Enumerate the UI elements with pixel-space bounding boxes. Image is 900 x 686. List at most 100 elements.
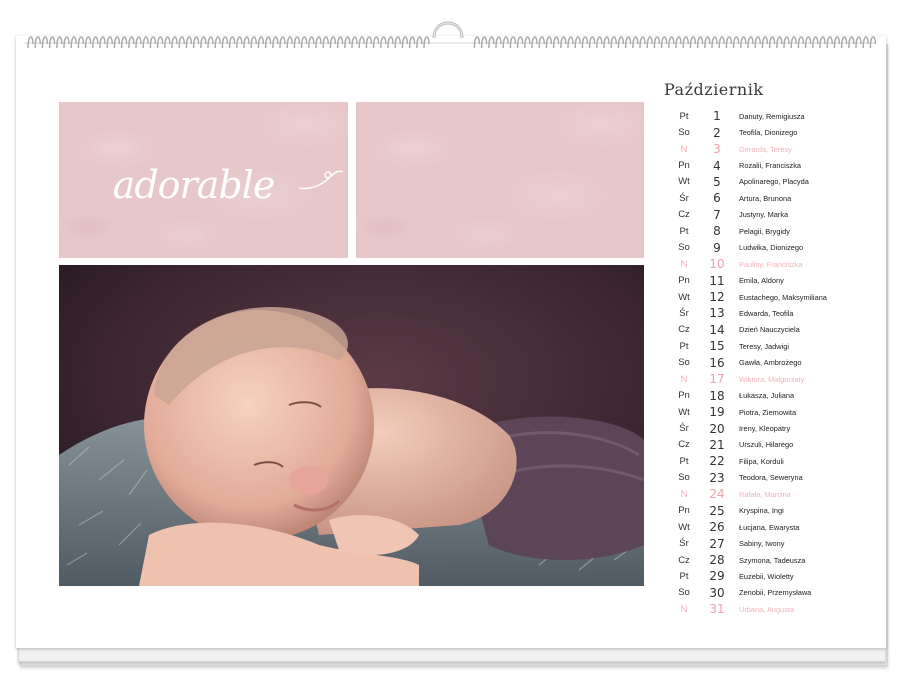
wire-loop bbox=[257, 36, 265, 49]
wire-loop bbox=[315, 36, 322, 49]
day-row: So 16 Gawła, Ambrożego bbox=[664, 355, 864, 371]
wire-loop bbox=[840, 36, 848, 49]
wire-loop bbox=[41, 36, 49, 49]
wire-loop bbox=[610, 36, 617, 49]
day-number: 17 bbox=[709, 372, 725, 387]
day-row: Śr 6 Artura, Brunona bbox=[664, 190, 864, 206]
wire-loop bbox=[632, 36, 639, 49]
wire-loop bbox=[725, 36, 733, 49]
wire-loop bbox=[768, 36, 776, 49]
name-day: Teresy, Jadwigi bbox=[739, 341, 789, 351]
day-number: 30 bbox=[709, 585, 725, 600]
day-row: Pt 15 Teresy, Jadwigi bbox=[664, 338, 864, 354]
day-row: Cz 28 Szymona, Tadeusza bbox=[664, 552, 864, 568]
name-day: Łukasza, Juliana bbox=[739, 391, 795, 401]
wire-loop bbox=[387, 36, 394, 49]
wire-loop bbox=[495, 36, 502, 49]
day-number: 25 bbox=[709, 503, 725, 518]
weekday-label: N bbox=[680, 488, 688, 500]
day-number: 31 bbox=[709, 602, 725, 617]
day-number: 23 bbox=[709, 470, 725, 485]
wire-loop bbox=[84, 36, 92, 49]
wire-loop bbox=[480, 36, 488, 49]
wire-loop bbox=[545, 36, 553, 49]
weekday-label: Wt bbox=[678, 291, 690, 303]
hanger-hook bbox=[432, 21, 464, 39]
day-row: Wt 5 Apolinarego, Placyda bbox=[664, 174, 864, 190]
day-row: So 30 Zenobii, Przemysława bbox=[664, 585, 864, 601]
day-row: Pt 22 Filipa, Korduli bbox=[664, 453, 864, 469]
wire-loop bbox=[372, 36, 380, 49]
weekday-label: Wt bbox=[678, 521, 690, 533]
wire-loop bbox=[308, 36, 315, 49]
wire-loop bbox=[171, 36, 178, 49]
name-day: Filipa, Korduli bbox=[739, 456, 784, 466]
day-row: Cz 21 Urszuli, Hilarego bbox=[664, 437, 864, 453]
day-number: 22 bbox=[709, 454, 725, 469]
wire-loop bbox=[812, 36, 819, 49]
wire-loop bbox=[596, 36, 603, 49]
wire-loop bbox=[704, 36, 711, 49]
wire-loop bbox=[380, 36, 387, 49]
day-row: Wt 19 Piotra, Ziemowita bbox=[664, 404, 864, 420]
wire-loop bbox=[574, 36, 581, 49]
wire-loop bbox=[192, 36, 200, 49]
wire-loop bbox=[48, 36, 56, 49]
wire-loop bbox=[113, 36, 121, 49]
day-row: Śr 20 Ireny, Kleopatry bbox=[664, 420, 864, 436]
name-day: Dzień Nauczyciela bbox=[739, 325, 800, 335]
wire-loop bbox=[754, 36, 761, 49]
wire-loop bbox=[819, 36, 826, 49]
day-row: N 24 Rafała, Marcina bbox=[664, 486, 864, 502]
wire-loop bbox=[120, 36, 128, 49]
wire-loop bbox=[560, 36, 567, 49]
wire-loop bbox=[531, 36, 538, 49]
wire-loop bbox=[272, 36, 279, 49]
wire-loop bbox=[524, 36, 531, 49]
plain-tile bbox=[356, 102, 644, 258]
day-row: So 9 Ludwika, Dionizego bbox=[664, 240, 864, 256]
wire-loop bbox=[336, 36, 344, 49]
day-number: 20 bbox=[709, 421, 725, 436]
day-row: Wt 26 Łucjana, Ewarysta bbox=[664, 519, 864, 535]
name-day: Euzebii, Wioletty bbox=[739, 571, 794, 581]
wire-loop bbox=[228, 36, 236, 49]
day-number: 6 bbox=[713, 191, 721, 206]
wire-loop bbox=[250, 36, 257, 49]
wire-loop bbox=[790, 36, 797, 49]
day-number: 29 bbox=[709, 569, 725, 584]
weekday-label: So bbox=[678, 587, 690, 599]
weekday-label: Pn bbox=[678, 505, 690, 517]
word-tile: adorable bbox=[59, 102, 348, 258]
name-day: Urszuli, Hilarego bbox=[739, 440, 794, 450]
wire-loop bbox=[855, 36, 862, 49]
wire-loop bbox=[646, 36, 653, 49]
day-row: Pt 8 Pelagii, Brygidy bbox=[664, 223, 864, 239]
wire-loop bbox=[142, 36, 149, 49]
name-day: Gawła, Ambrożego bbox=[739, 358, 802, 368]
wire-loop bbox=[322, 36, 329, 49]
wire-loop bbox=[156, 36, 164, 49]
day-number: 5 bbox=[713, 174, 721, 189]
weekday-label: Pt bbox=[679, 455, 689, 467]
wire-loop bbox=[617, 36, 625, 49]
weekday-label: Wt bbox=[678, 176, 690, 188]
wire-loop bbox=[689, 36, 697, 49]
day-number: 26 bbox=[709, 520, 725, 535]
wire-loop bbox=[624, 36, 632, 49]
name-day: Justyny, Marka bbox=[739, 210, 789, 220]
tile-texture bbox=[356, 102, 644, 258]
wire-loop bbox=[279, 36, 286, 49]
name-day: Teofila, Dionizego bbox=[739, 128, 798, 138]
wire-loop bbox=[286, 36, 293, 49]
wire-loop bbox=[149, 36, 157, 49]
wire-loop bbox=[581, 36, 589, 49]
wire-loop bbox=[128, 36, 135, 49]
weekday-label: Śr bbox=[679, 538, 689, 550]
weekday-label: So bbox=[678, 242, 690, 254]
name-day: Szymona, Tadeusza bbox=[739, 555, 806, 565]
baby-photo bbox=[59, 265, 644, 586]
day-row: Pn 4 Rozalii, Franciszka bbox=[664, 157, 864, 173]
day-row: N 10 Pauliny, Franciszka bbox=[664, 256, 864, 272]
wire-loop bbox=[300, 36, 308, 49]
